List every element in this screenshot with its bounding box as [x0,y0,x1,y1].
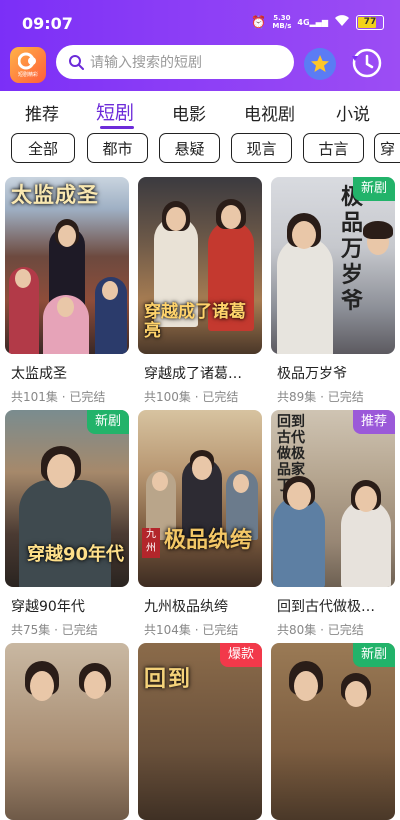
recommend-badge: 推荐 [352,410,395,434]
clock-history-icon [352,48,382,78]
logo-icon [18,52,36,70]
poster-image: 太监成圣 [5,177,129,354]
poster-image: 穿越成了诸葛亮 [138,177,262,354]
active-tab-indicator [100,126,134,129]
battery-icon: 77 [356,14,384,30]
chip-suspense[interactable]: 悬疑 [159,133,220,163]
episode-info: 共89集 · 已完结 [277,390,364,404]
chip-modern-romance[interactable]: 现言 [231,133,292,163]
history-button[interactable] [350,46,384,80]
favorites-button[interactable] [304,48,336,80]
status-bar: 09:07 ⏰ 5.30 MB/s 4G▂▄▆ 77 [0,0,400,44]
hot-badge: 爆款 [219,643,262,667]
episode-info: 共101集 · 已完结 [11,390,106,404]
app-logo[interactable]: 短剧精彩 [10,47,46,83]
poster-image: 新剧 [271,643,395,820]
episode-info: 共100集 · 已完结 [144,390,239,404]
tab-novel[interactable]: 小说 [336,100,370,125]
network-speed: 5.30 MB/s [272,14,292,30]
new-badge: 新剧 [86,410,129,434]
poster-image: 极品万岁爷 新剧 [271,177,395,354]
wifi-icon [334,14,350,30]
poster-image [5,643,129,820]
poster-image: 回到古代做极品家丁 推荐 [271,410,395,587]
status-time: 09:07 [22,14,73,33]
chip-all[interactable]: 全部 [11,133,75,163]
chip-urban[interactable]: 都市 [87,133,148,163]
chip-time-travel[interactable]: 穿 [374,133,400,163]
search-input[interactable]: 请输入搜索的短剧 [56,45,294,79]
drama-title: 九州极品纨绔 [144,599,228,615]
episode-info: 共104集 · 已完结 [144,623,239,637]
poster-image: 九州 极品纨绔 [138,410,262,587]
status-icons: ⏰ 5.30 MB/s 4G▂▄▆ 77 [251,14,384,30]
search-icon [69,55,84,70]
drama-title: 回到古代做极… [277,599,375,615]
drama-title: 太监成圣 [11,366,67,382]
category-tabs: 推荐 短剧 电影 电视剧 小说 [0,92,400,132]
poster-image: 穿越90年代 新剧 [5,410,129,587]
tab-tv-series[interactable]: 电视剧 [244,100,295,125]
alarm-icon: ⏰ [251,15,267,29]
new-badge: 新剧 [352,177,395,201]
tab-movie[interactable]: 电影 [172,100,206,125]
poster-image: 回到 爆款 [138,643,262,820]
drama-title: 极品万岁爷 [277,366,347,382]
tab-short-drama[interactable]: 短剧 [96,98,134,125]
signal-icon: 4G▂▄▆ [297,17,328,27]
poster-seal: 九州 [142,528,160,558]
drama-title: 穿越成了诸葛… [144,366,242,382]
episode-info: 共80集 · 已完结 [277,623,364,637]
battery-level: 77 [363,16,377,27]
chip-ancient-romance[interactable]: 古言 [303,133,364,163]
drama-title: 穿越90年代 [11,599,85,615]
star-icon [311,55,329,72]
app-header: 09:07 ⏰ 5.30 MB/s 4G▂▄▆ 77 短剧精彩 请输入搜索的短剧 [0,0,400,91]
new-badge: 新剧 [352,643,395,667]
tab-recommend[interactable]: 推荐 [25,100,59,125]
search-placeholder: 请输入搜索的短剧 [90,55,202,71]
episode-info: 共75集 · 已完结 [11,623,98,637]
logo-text: 短剧精彩 [17,72,38,78]
